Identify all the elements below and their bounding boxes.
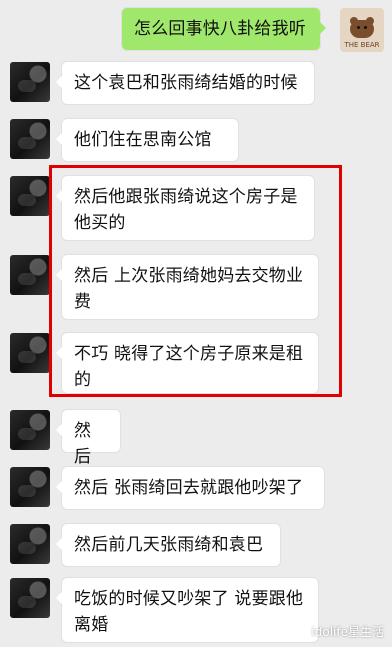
- contact-avatar[interactable]: [10, 176, 50, 216]
- message-text: 然后: [74, 421, 92, 467]
- contact-avatar[interactable]: [10, 524, 50, 564]
- user-avatar-right[interactable]: THE BEAR: [340, 8, 384, 52]
- message-text: 吃饭的时候又吵架了 说要跟他离婚: [74, 589, 304, 635]
- message-bubble-sent: 怎么回事快八卦给我听: [122, 8, 326, 50]
- contact-avatar[interactable]: [10, 410, 50, 450]
- contact-avatar[interactable]: [10, 255, 50, 295]
- bear-eye-icon: [357, 26, 360, 29]
- message-text: 然后 张雨绮回去就跟他吵架了: [74, 478, 304, 498]
- message-bubble-received: 吃饭的时候又吵架了 说要跟他离婚: [56, 578, 318, 642]
- message-bubble-received: 这个袁巴和张雨绮结婚的时候: [56, 62, 314, 104]
- avatar-label: THE BEAR: [344, 41, 380, 49]
- watermark-text: idolife星生活: [311, 624, 384, 639]
- highlight-box: [49, 165, 342, 397]
- watermark-icon: [289, 622, 308, 640]
- contact-avatar[interactable]: [10, 333, 50, 373]
- contact-avatar[interactable]: [10, 467, 50, 507]
- message-text: 这个袁巴和张雨绮结婚的时候: [74, 73, 298, 93]
- message-text: 怎么回事快八卦给我听: [134, 19, 306, 39]
- message-text: 他们住在思南公馆: [74, 130, 212, 150]
- message-bubble-received: 然后 张雨绮回去就跟他吵架了: [56, 467, 324, 509]
- bear-face-icon: [350, 20, 374, 38]
- message-bubble-received: 然后前几天张雨绮和袁巴: [56, 524, 280, 566]
- watermark: idolife星生活: [289, 620, 384, 642]
- contact-avatar[interactable]: [10, 62, 50, 102]
- message-bubble-received: 他们住在思南公馆: [56, 119, 238, 161]
- contact-avatar[interactable]: [10, 578, 50, 618]
- bear-eye-icon: [364, 26, 367, 29]
- message-bubble-received: 然后: [56, 410, 120, 467]
- contact-avatar[interactable]: [10, 119, 50, 159]
- message-text: 然后前几天张雨绮和袁巴: [74, 535, 264, 555]
